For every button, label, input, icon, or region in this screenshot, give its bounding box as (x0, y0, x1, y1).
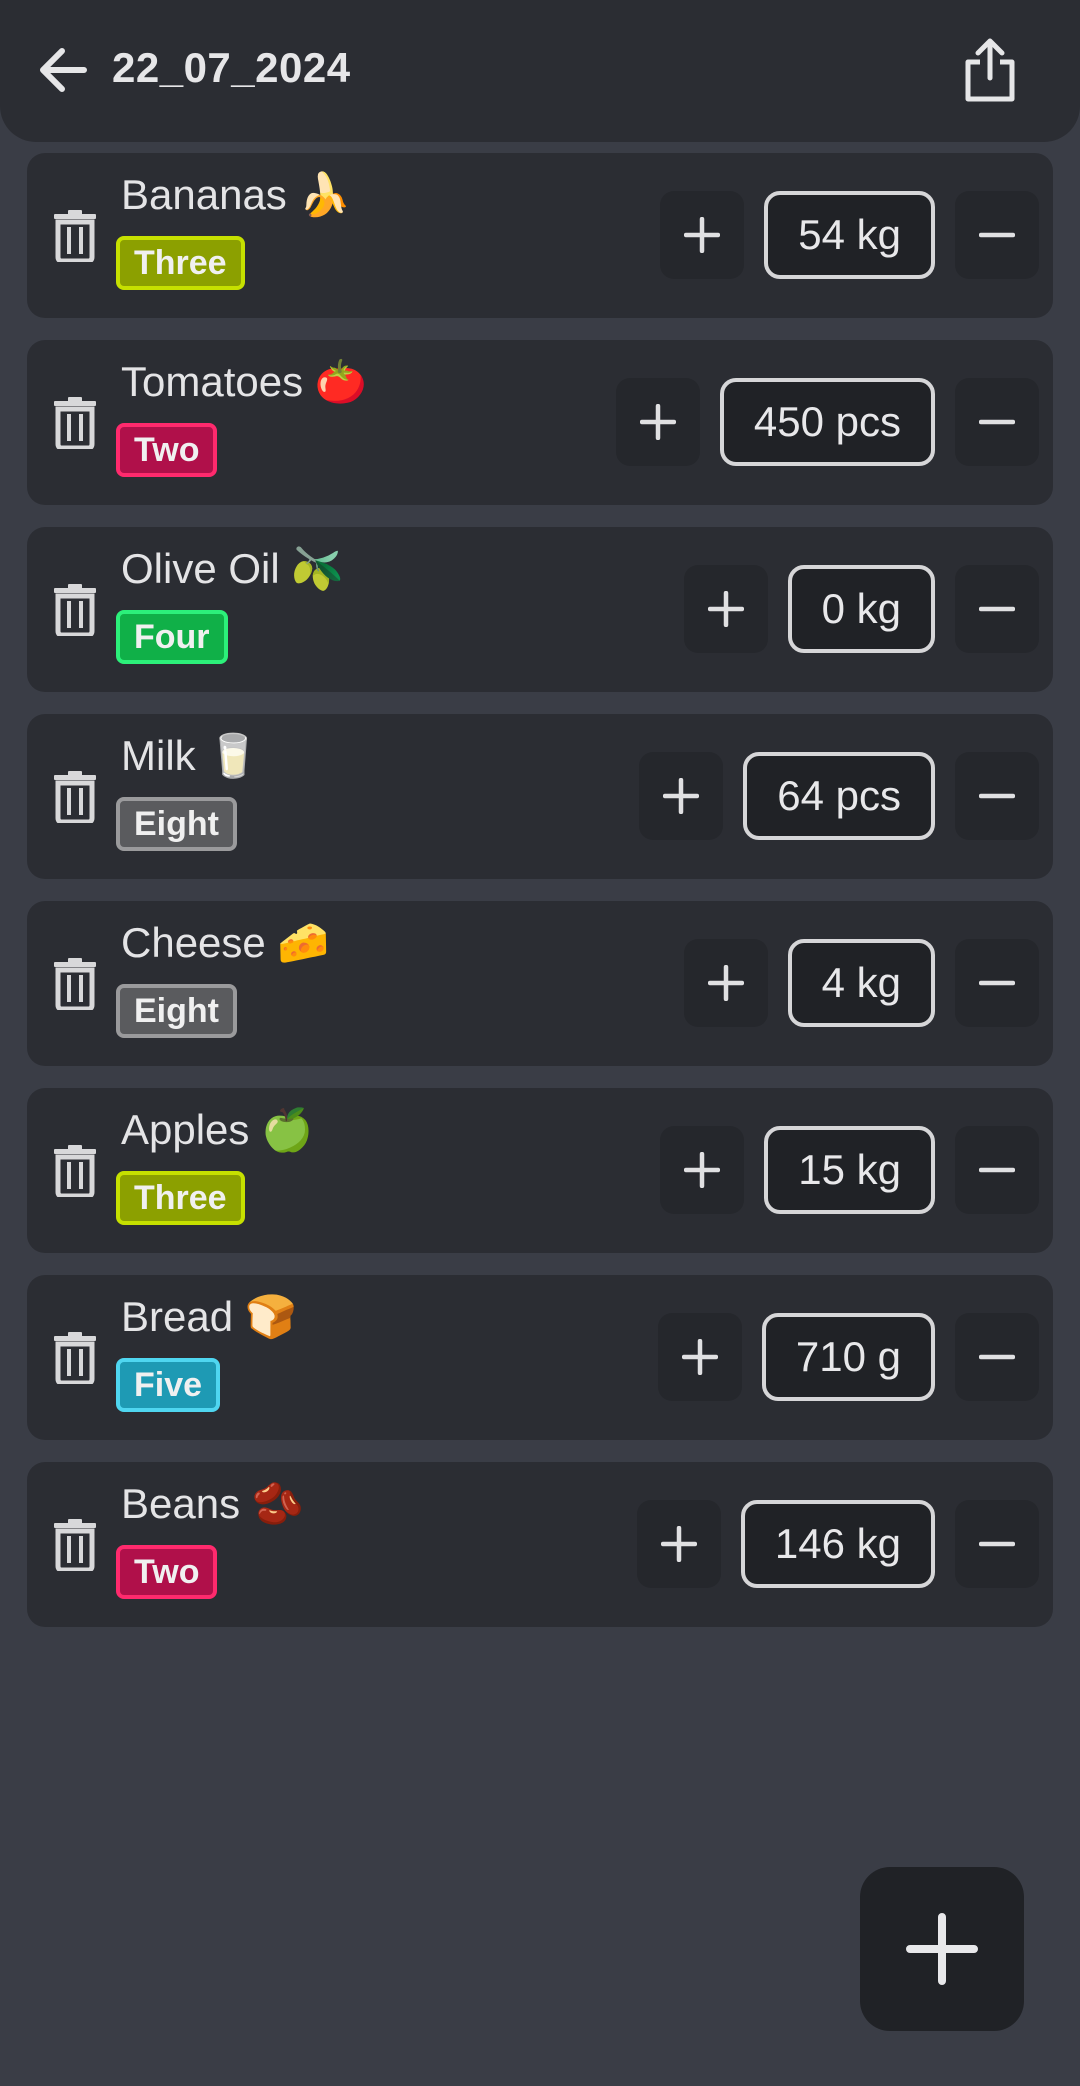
decrease-button[interactable] (955, 1126, 1039, 1214)
trash-icon (54, 397, 96, 449)
list-item: Tomatoes 🍅 Two 450 pcs (27, 340, 1053, 505)
increase-button[interactable] (660, 1126, 745, 1214)
delete-button[interactable] (47, 1514, 103, 1576)
list-item: Apples 🍏 Three 15 kg (27, 1088, 1053, 1253)
minus-icon (979, 1541, 1015, 1547)
quantity-controls: 710 g (657, 1311, 1039, 1403)
list-item: Beans 🫘 Two 146 kg (27, 1462, 1053, 1627)
delete-button[interactable] (47, 953, 103, 1015)
increase-button[interactable] (660, 191, 745, 279)
category-tag: Two (116, 1545, 218, 1599)
minus-icon (979, 606, 1015, 612)
plus-icon (663, 778, 700, 814)
delete-button[interactable] (47, 205, 103, 267)
quantity-field[interactable]: 0 kg (787, 565, 935, 653)
increase-button[interactable] (636, 1500, 721, 1588)
decrease-button[interactable] (955, 939, 1039, 1027)
item-name: Olive Oil 🫒 (121, 545, 344, 592)
add-item-button[interactable] (860, 1867, 1024, 2031)
list-item: Bananas 🍌 Three 54 kg (27, 153, 1053, 318)
plus-icon (707, 591, 744, 627)
quantity-field[interactable]: 4 kg (787, 939, 935, 1027)
increase-button[interactable] (683, 939, 768, 1027)
plus-icon (639, 404, 676, 440)
quantity-field[interactable]: 450 pcs (719, 378, 935, 466)
item-name: Milk 🥛 (121, 732, 260, 779)
decrease-button[interactable] (955, 565, 1039, 653)
category-tag: Eight (116, 797, 237, 851)
category-tag: Four (116, 610, 228, 664)
plus-icon (707, 965, 744, 1001)
decrease-button[interactable] (955, 378, 1039, 466)
list-item: Bread 🍞 Five 710 g (27, 1275, 1053, 1440)
quantity-field[interactable]: 15 kg (764, 1126, 935, 1214)
item-name: Bananas 🍌 (121, 171, 351, 218)
increase-button[interactable] (615, 378, 700, 466)
list-item: Milk 🥛 Eight 64 pcs (27, 714, 1053, 879)
quantity-controls: 4 kg (683, 937, 1039, 1029)
quantity-field[interactable]: 710 g (761, 1313, 935, 1401)
share-icon (965, 38, 1015, 102)
delete-button[interactable] (47, 579, 103, 641)
share-button[interactable] (955, 32, 1025, 108)
increase-button[interactable] (657, 1313, 742, 1401)
quantity-field[interactable]: 54 kg (764, 191, 935, 279)
item-name: Cheese 🧀 (121, 919, 330, 966)
quantity-field[interactable]: 146 kg (740, 1500, 935, 1588)
decrease-button[interactable] (955, 1313, 1039, 1401)
trash-icon (54, 958, 96, 1010)
minus-icon (979, 1354, 1015, 1360)
plus-icon (906, 1913, 978, 1985)
decrease-button[interactable] (955, 191, 1039, 279)
category-tag: Three (116, 1171, 245, 1225)
quantity-field[interactable]: 64 pcs (743, 752, 935, 840)
plus-icon (660, 1526, 697, 1562)
trash-icon (54, 584, 96, 636)
minus-icon (979, 232, 1015, 238)
category-tag: Eight (116, 984, 237, 1038)
top-app-bar: 22_07_2024 (0, 0, 1080, 142)
minus-icon (979, 980, 1015, 986)
trash-icon (54, 1332, 96, 1384)
category-tag: Three (116, 236, 245, 290)
list-item: Olive Oil 🫒 Four 0 kg (27, 527, 1053, 692)
quantity-controls: 54 kg (660, 189, 1039, 281)
quantity-controls: 0 kg (683, 563, 1039, 655)
delete-button[interactable] (47, 766, 103, 828)
plus-icon (684, 217, 721, 253)
minus-icon (979, 419, 1015, 425)
delete-button[interactable] (47, 392, 103, 454)
item-name: Tomatoes 🍅 (121, 358, 368, 405)
category-tag: Two (116, 423, 218, 477)
trash-icon (54, 771, 96, 823)
plus-icon (681, 1339, 718, 1375)
quantity-controls: 64 pcs (639, 750, 1039, 842)
delete-button[interactable] (47, 1140, 103, 1202)
page-title: 22_07_2024 (112, 44, 351, 91)
item-name: Beans 🫘 (121, 1480, 305, 1527)
decrease-button[interactable] (955, 1500, 1039, 1588)
list-item: Cheese 🧀 Eight 4 kg (27, 901, 1053, 1066)
app-screen: 22_07_2024 Bananas 🍌 Three 54 kg Tomatoe… (0, 0, 1080, 2086)
item-name: Bread 🍞 (121, 1293, 298, 1340)
quantity-controls: 146 kg (636, 1498, 1039, 1590)
category-tag: Five (116, 1358, 221, 1412)
quantity-controls: 450 pcs (615, 376, 1039, 468)
shopping-list: Bananas 🍌 Three 54 kg Tomatoes 🍅 Two 450… (27, 153, 1053, 1649)
decrease-button[interactable] (955, 752, 1039, 840)
arrow-left-icon (40, 48, 87, 92)
minus-icon (979, 793, 1015, 799)
quantity-controls: 15 kg (660, 1124, 1039, 1216)
trash-icon (54, 1145, 96, 1197)
plus-icon (684, 1152, 721, 1188)
back-button[interactable] (30, 38, 94, 102)
trash-icon (54, 210, 96, 262)
delete-button[interactable] (47, 1327, 103, 1389)
increase-button[interactable] (639, 752, 724, 840)
minus-icon (979, 1167, 1015, 1173)
increase-button[interactable] (683, 565, 768, 653)
trash-icon (54, 1519, 96, 1571)
item-name: Apples 🍏 (121, 1106, 314, 1153)
